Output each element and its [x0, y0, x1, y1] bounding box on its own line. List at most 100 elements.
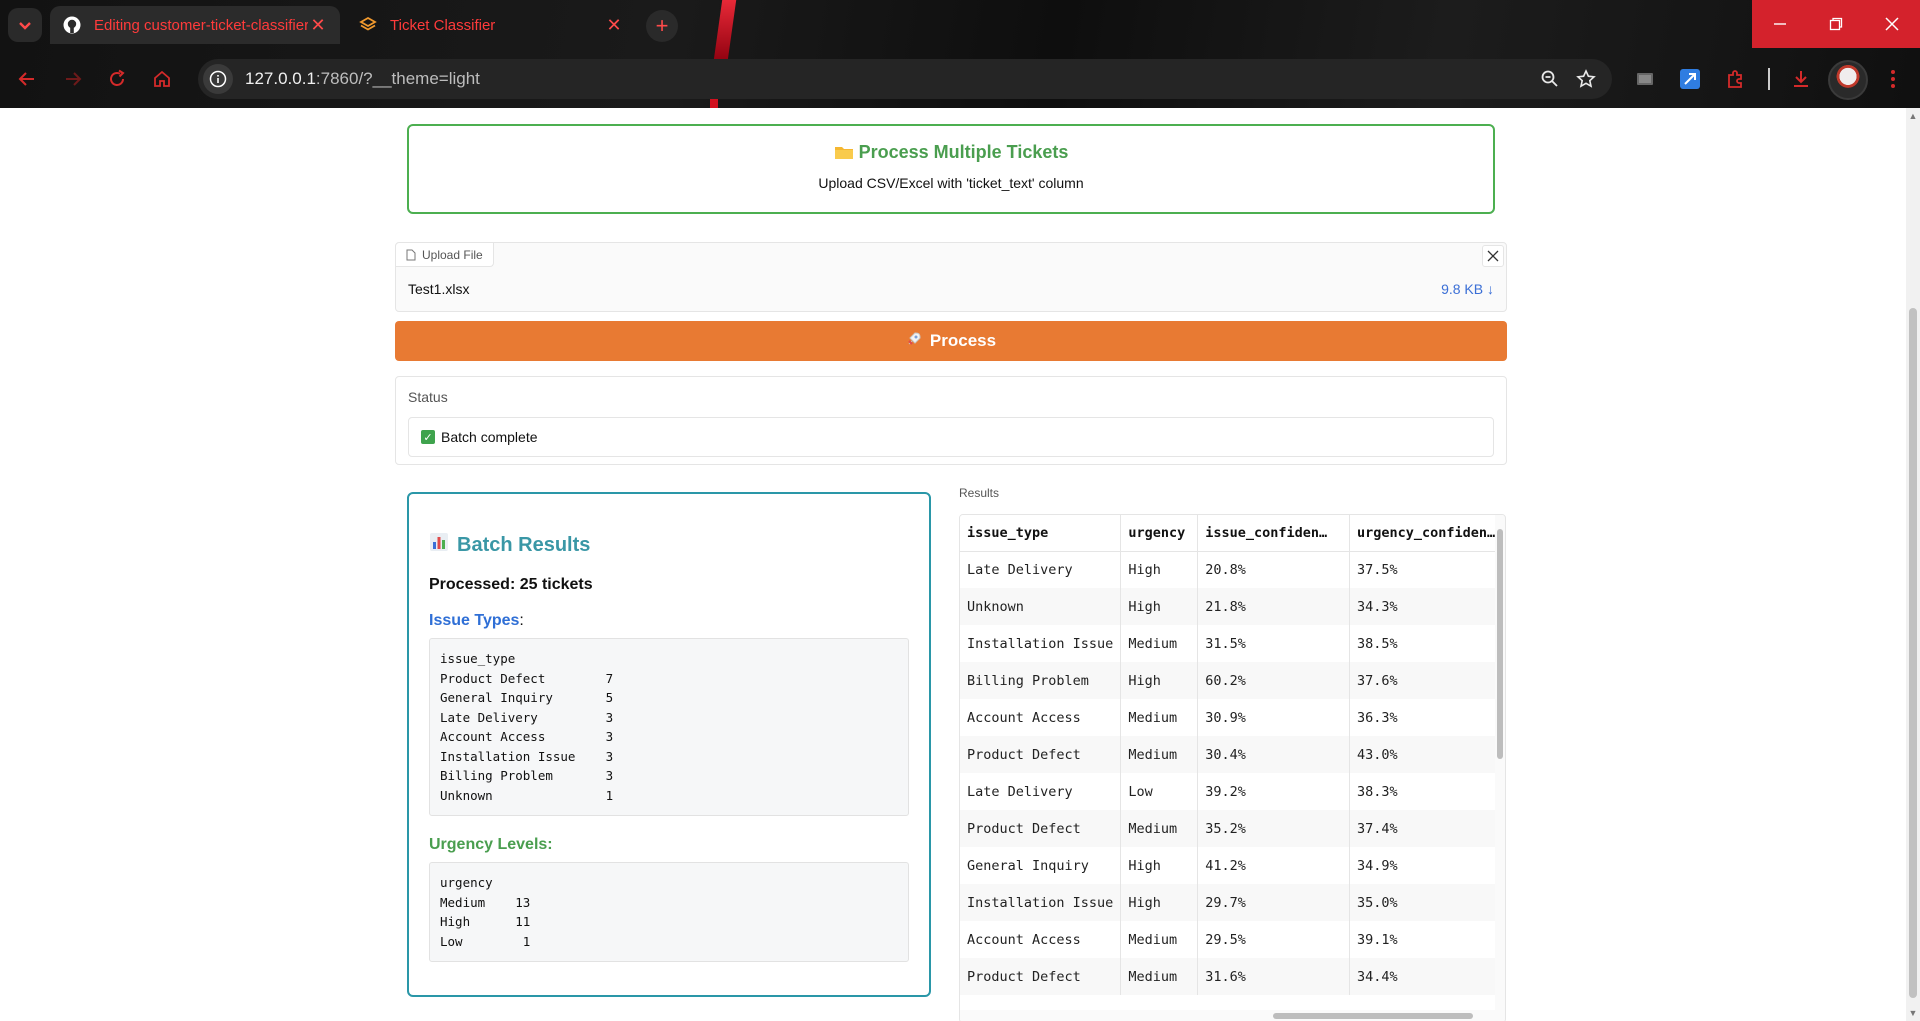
- file-size-download-link[interactable]: 9.8 KB ↓: [1441, 281, 1494, 297]
- table-cell[interactable]: 21.8%: [1197, 588, 1351, 625]
- avatar[interactable]: [1828, 60, 1868, 100]
- table-cell[interactable]: Billing Problem: [960, 662, 1122, 699]
- cast-icon[interactable]: [1628, 62, 1662, 96]
- horizontal-scrollbar[interactable]: [960, 1010, 1505, 1021]
- vertical-scrollbar[interactable]: [1495, 515, 1505, 1012]
- table-cell[interactable]: Product Defect: [960, 958, 1122, 995]
- table-cell[interactable]: Medium: [1120, 699, 1199, 736]
- table-row[interactable]: Account Access Medium 29.5% 39.1%: [960, 921, 1505, 958]
- table-cell[interactable]: 37.5%: [1349, 551, 1505, 588]
- table-cell[interactable]: Late Delivery: [960, 773, 1122, 810]
- table-cell[interactable]: Installation Issue: [960, 884, 1122, 921]
- close-window-button[interactable]: [1864, 0, 1920, 48]
- table-cell[interactable]: 30.9%: [1197, 699, 1351, 736]
- table-cell[interactable]: High: [1120, 884, 1199, 921]
- new-tab-button[interactable]: +: [646, 10, 678, 42]
- column-header[interactable]: urgency_confiden…: [1349, 515, 1505, 552]
- table-cell[interactable]: 37.4%: [1349, 810, 1505, 847]
- table-cell[interactable]: 35.0%: [1349, 884, 1505, 921]
- table-cell[interactable]: 36.3%: [1349, 699, 1505, 736]
- page-scrollbar[interactable]: ▲ ▼: [1906, 108, 1920, 1021]
- table-cell[interactable]: 37.6%: [1349, 662, 1505, 699]
- site-info-icon[interactable]: [203, 64, 233, 94]
- table-cell[interactable]: 35.2%: [1197, 810, 1351, 847]
- extension-arrow-icon[interactable]: [1673, 62, 1707, 96]
- tab-search-button[interactable]: [8, 8, 42, 42]
- table-cell[interactable]: 30.4%: [1197, 736, 1351, 773]
- table-row[interactable]: Billing Problem High 60.2% 37.6%: [960, 662, 1505, 699]
- table-row[interactable]: Installation Issue High 29.7% 35.0%: [960, 884, 1505, 921]
- scroll-thumb[interactable]: [1497, 529, 1503, 759]
- table-cell[interactable]: High: [1120, 588, 1199, 625]
- extensions-puzzle-icon[interactable]: [1718, 62, 1752, 96]
- home-button[interactable]: [145, 62, 179, 96]
- table-cell[interactable]: 34.9%: [1349, 847, 1505, 884]
- table-cell[interactable]: 41.2%: [1197, 847, 1351, 884]
- close-icon[interactable]: ✕: [308, 15, 328, 35]
- table-cell[interactable]: 39.1%: [1349, 921, 1505, 958]
- table-cell[interactable]: Product Defect: [960, 810, 1122, 847]
- zoom-icon[interactable]: [1532, 61, 1568, 97]
- address-bar[interactable]: 127.0.0.1:7860/?__theme=light: [198, 59, 1612, 99]
- scroll-up-icon[interactable]: ▲: [1908, 111, 1918, 121]
- table-cell[interactable]: 43.0%: [1349, 736, 1505, 773]
- table-cell[interactable]: 20.8%: [1197, 551, 1351, 588]
- column-header[interactable]: urgency: [1120, 515, 1199, 552]
- bookmark-star-icon[interactable]: [1568, 61, 1604, 97]
- table-cell[interactable]: 31.6%: [1197, 958, 1351, 995]
- table-row[interactable]: Late Delivery Low 39.2% 38.3%: [960, 773, 1505, 810]
- table-cell[interactable]: Late Delivery: [960, 551, 1122, 588]
- table-cell[interactable]: Account Access: [960, 699, 1122, 736]
- back-button[interactable]: [10, 62, 44, 96]
- table-cell[interactable]: 34.3%: [1349, 588, 1505, 625]
- table-cell[interactable]: Medium: [1120, 810, 1199, 847]
- download-icon[interactable]: [1784, 62, 1818, 96]
- table-cell[interactable]: Medium: [1120, 921, 1199, 958]
- forward-button[interactable]: [56, 62, 90, 96]
- process-button[interactable]: Process: [395, 321, 1507, 361]
- table-cell[interactable]: 31.5%: [1197, 625, 1351, 662]
- table-row[interactable]: General Inquiry High 41.2% 34.9%: [960, 847, 1505, 884]
- table-row[interactable]: Product Defect Medium 30.4% 43.0%: [960, 736, 1505, 773]
- minimize-button[interactable]: [1752, 0, 1808, 48]
- column-header[interactable]: issue_confiden…: [1197, 515, 1351, 552]
- restore-button[interactable]: [1808, 0, 1864, 48]
- table-cell[interactable]: 34.4%: [1349, 958, 1505, 995]
- table-row[interactable]: Unknown High 21.8% 34.3%: [960, 588, 1505, 625]
- scroll-thumb[interactable]: [1909, 308, 1917, 998]
- status-textbox[interactable]: ✓ Batch complete: [408, 417, 1494, 457]
- table-cell[interactable]: 29.5%: [1197, 921, 1351, 958]
- table-cell[interactable]: Low: [1120, 773, 1199, 810]
- table-cell[interactable]: High: [1120, 551, 1199, 588]
- clear-upload-button[interactable]: [1482, 245, 1504, 267]
- table-cell[interactable]: General Inquiry: [960, 847, 1122, 884]
- table-cell[interactable]: 60.2%: [1197, 662, 1351, 699]
- table-row[interactable]: Installation Issue Medium 31.5% 38.5%: [960, 625, 1505, 662]
- tab-editing[interactable]: Editing customer-ticket-classifier ✕: [50, 6, 340, 44]
- table-row[interactable]: Product Defect Medium 35.2% 37.4%: [960, 810, 1505, 847]
- table-cell[interactable]: Medium: [1120, 625, 1199, 662]
- table-cell[interactable]: Medium: [1120, 736, 1199, 773]
- close-icon[interactable]: ✕: [604, 15, 624, 35]
- table-cell[interactable]: 29.7%: [1197, 884, 1351, 921]
- table-row[interactable]: Account Access Medium 30.9% 36.3%: [960, 699, 1505, 736]
- table-cell[interactable]: High: [1120, 847, 1199, 884]
- table-cell[interactable]: Unknown: [960, 588, 1122, 625]
- table-cell[interactable]: 39.2%: [1197, 773, 1351, 810]
- menu-kebab-icon[interactable]: [1876, 62, 1910, 96]
- url-text[interactable]: 127.0.0.1:7860/?__theme=light: [245, 69, 1532, 89]
- table-cell[interactable]: Product Defect: [960, 736, 1122, 773]
- table-row[interactable]: Late Delivery High 20.8% 37.5%: [960, 551, 1505, 588]
- scroll-thumb[interactable]: [1273, 1013, 1473, 1019]
- table-cell[interactable]: 38.5%: [1349, 625, 1505, 662]
- table-row[interactable]: Product Defect Medium 31.6% 34.4%: [960, 958, 1505, 995]
- column-header[interactable]: issue_type: [960, 515, 1122, 552]
- table-cell[interactable]: High: [1120, 662, 1199, 699]
- file-upload[interactable]: Upload File Test1.xlsx 9.8 KB ↓: [395, 242, 1507, 312]
- tab-ticket-classifier[interactable]: Ticket Classifier ✕: [346, 6, 636, 44]
- scroll-down-icon[interactable]: ▼: [1908, 1008, 1918, 1018]
- table-cell[interactable]: Installation Issue: [960, 625, 1122, 662]
- results-table[interactable]: issue_type urgency issue_confiden… urgen…: [959, 514, 1506, 1021]
- table-cell[interactable]: Medium: [1120, 958, 1199, 995]
- table-cell[interactable]: Account Access: [960, 921, 1122, 958]
